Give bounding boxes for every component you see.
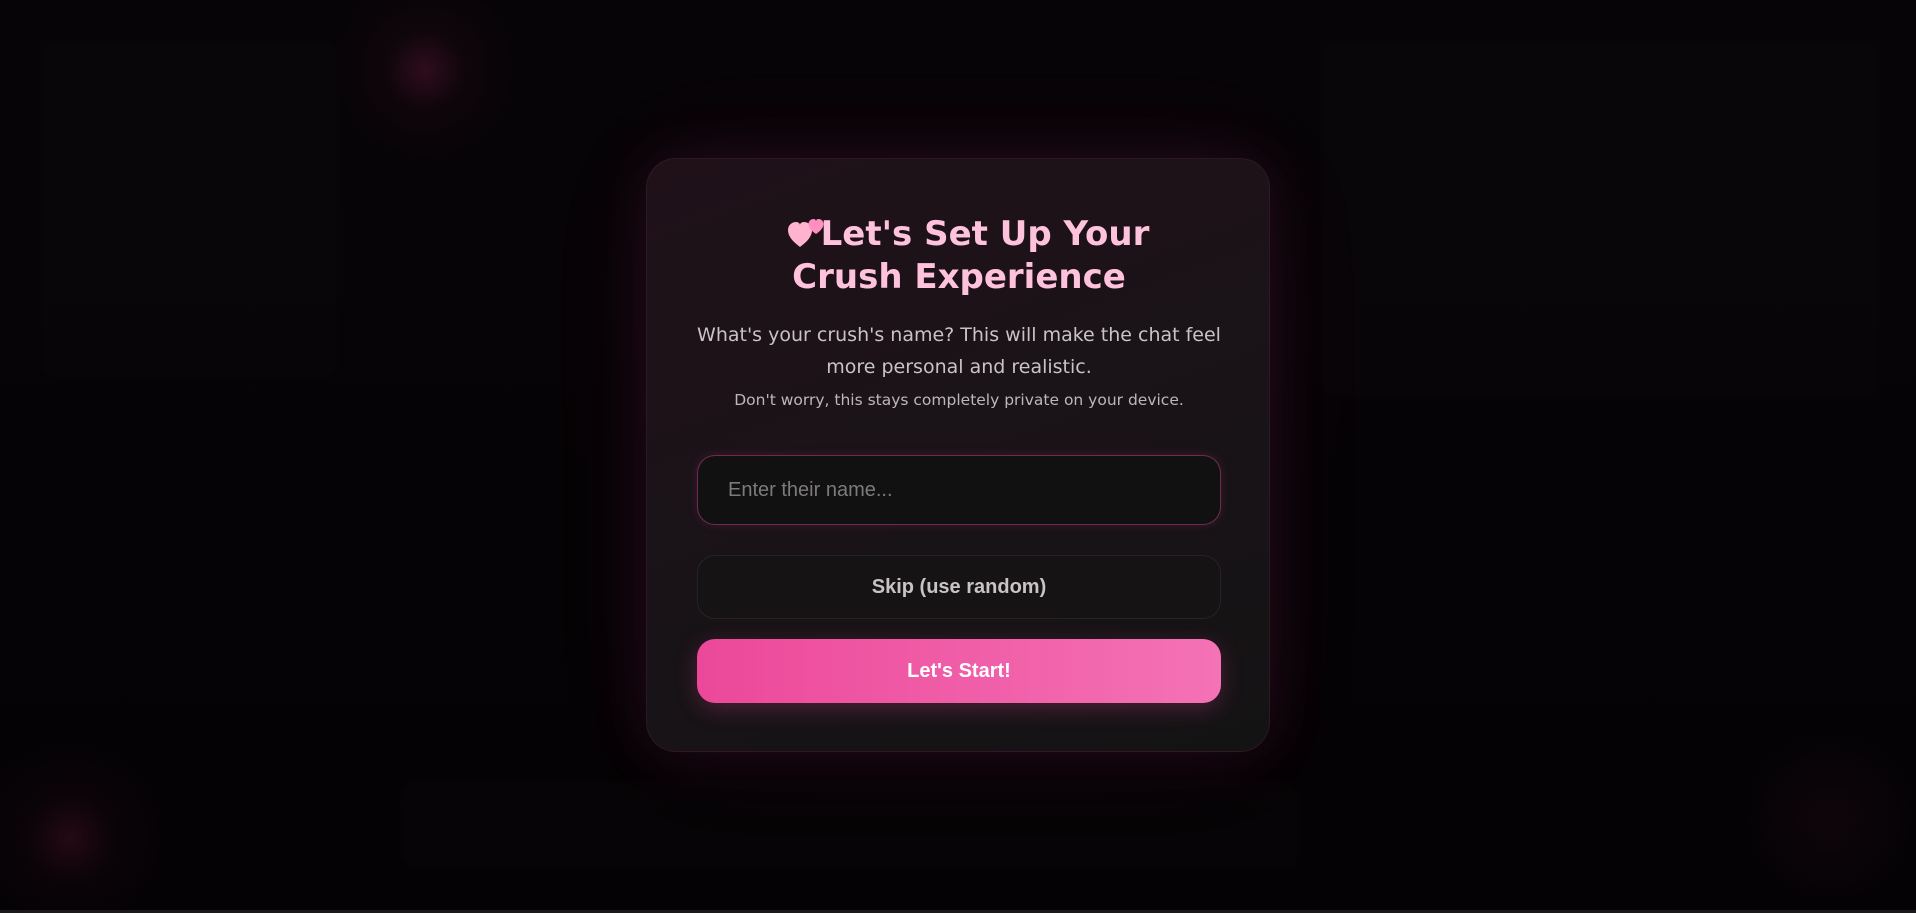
skip-button[interactable]: Skip (use random) — [697, 555, 1221, 619]
start-button[interactable]: Let's Start! — [697, 639, 1221, 703]
setup-modal: Let's Set Up Your Crush Experience What'… — [646, 158, 1270, 752]
modal-subtitle: What's your crush's name? This will make… — [697, 324, 1221, 378]
background-panel — [1320, 40, 1880, 400]
background-panel — [40, 40, 340, 380]
background-panel — [400, 780, 1300, 870]
two-hearts-icon — [769, 213, 824, 249]
crush-name-input[interactable] — [697, 455, 1221, 525]
modal-title-text: Let's Set Up Your Crush Experience — [792, 214, 1150, 297]
modal-title: Let's Set Up Your Crush Experience — [647, 213, 1271, 299]
privacy-note: Don't worry, this stays completely priva… — [734, 391, 1184, 409]
